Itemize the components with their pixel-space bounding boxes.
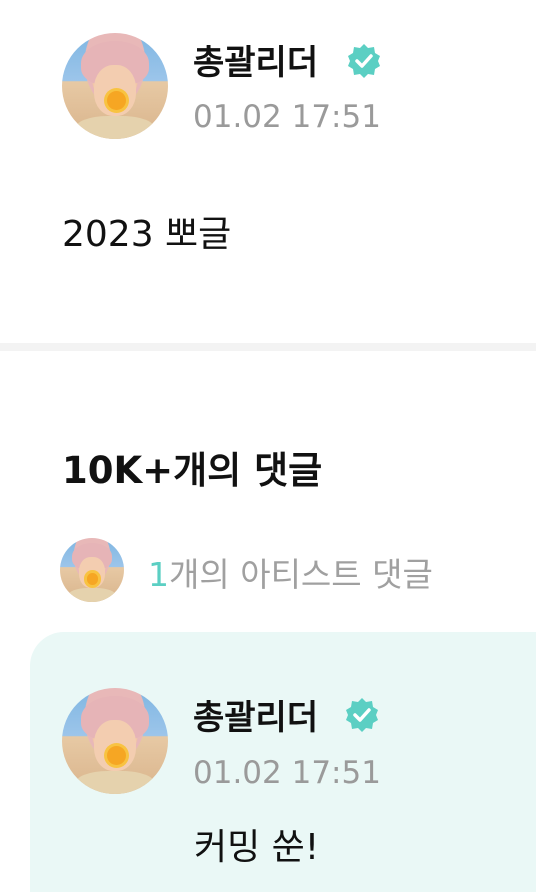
- comment-author-name[interactable]: 총괄리더: [193, 690, 318, 739]
- post: 총괄리더 01.02 17:51 2023 뽀글: [0, 0, 536, 343]
- author-name[interactable]: 총괄리더: [193, 35, 318, 84]
- comment-author-avatar[interactable]: [62, 688, 168, 794]
- verified-badge-icon: [346, 698, 378, 732]
- author-avatar[interactable]: [62, 33, 168, 139]
- artist-avatar: [60, 538, 124, 602]
- artist-comments-count: 1: [148, 555, 169, 594]
- post-timestamp: 01.02 17:51: [193, 99, 381, 135]
- comment-timestamp: 01.02 17:51: [193, 755, 381, 791]
- artist-comments-summary[interactable]: 1개의 아티스트 댓글: [60, 538, 530, 602]
- artist-comments-label: 1개의 아티스트 댓글: [148, 548, 433, 596]
- comments-header: 10K+개의 댓글: [62, 449, 323, 492]
- section-divider: [0, 343, 536, 351]
- artist-comments-text: 개의 아티스트 댓글: [169, 555, 433, 594]
- comment-text: 커밍 쑨!: [194, 827, 320, 868]
- verified-badge-icon: [348, 44, 380, 78]
- post-body: 2023 뽀글: [62, 214, 232, 255]
